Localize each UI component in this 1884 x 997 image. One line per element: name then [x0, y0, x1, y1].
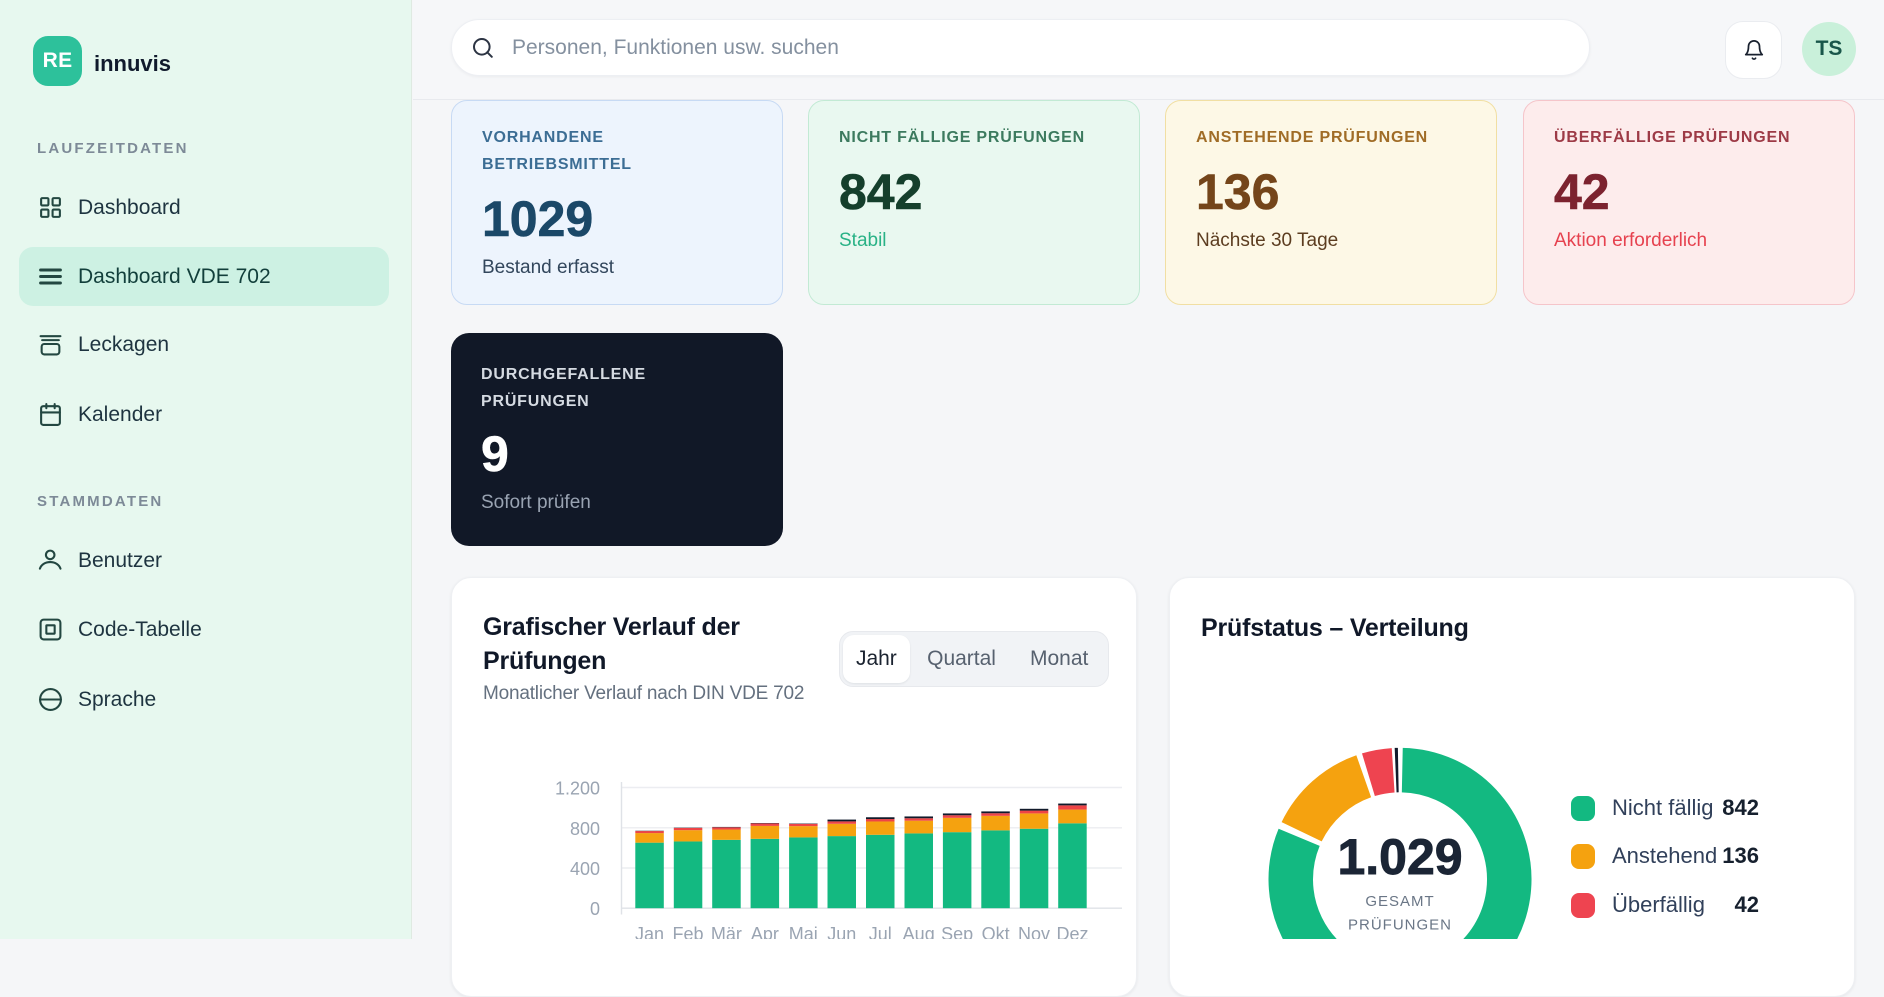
svg-text:Dez: Dez: [1056, 924, 1088, 939]
svg-text:Aug: Aug: [903, 924, 935, 939]
svg-text:Jun: Jun: [827, 924, 856, 939]
svg-text:Okt: Okt: [982, 924, 1010, 939]
svg-text:1.200: 1.200: [555, 779, 600, 799]
svg-text:Jan: Jan: [635, 924, 664, 939]
svg-text:PRÜFUNGEN: PRÜFUNGEN: [1348, 916, 1452, 934]
svg-text:Nov: Nov: [1018, 924, 1050, 939]
svg-text:Jul: Jul: [869, 924, 892, 939]
svg-text:GESAMT: GESAMT: [1365, 893, 1434, 910]
svg-text:0: 0: [590, 899, 600, 919]
svg-text:Sep: Sep: [941, 924, 973, 939]
svg-text:Mai: Mai: [789, 924, 818, 939]
svg-text:400: 400: [570, 859, 600, 879]
svg-text:Mär: Mär: [711, 924, 742, 939]
svg-text:800: 800: [570, 819, 600, 839]
svg-text:Apr: Apr: [751, 924, 779, 939]
svg-text:1.029: 1.029: [1337, 829, 1462, 885]
svg-text:Feb: Feb: [672, 924, 703, 939]
